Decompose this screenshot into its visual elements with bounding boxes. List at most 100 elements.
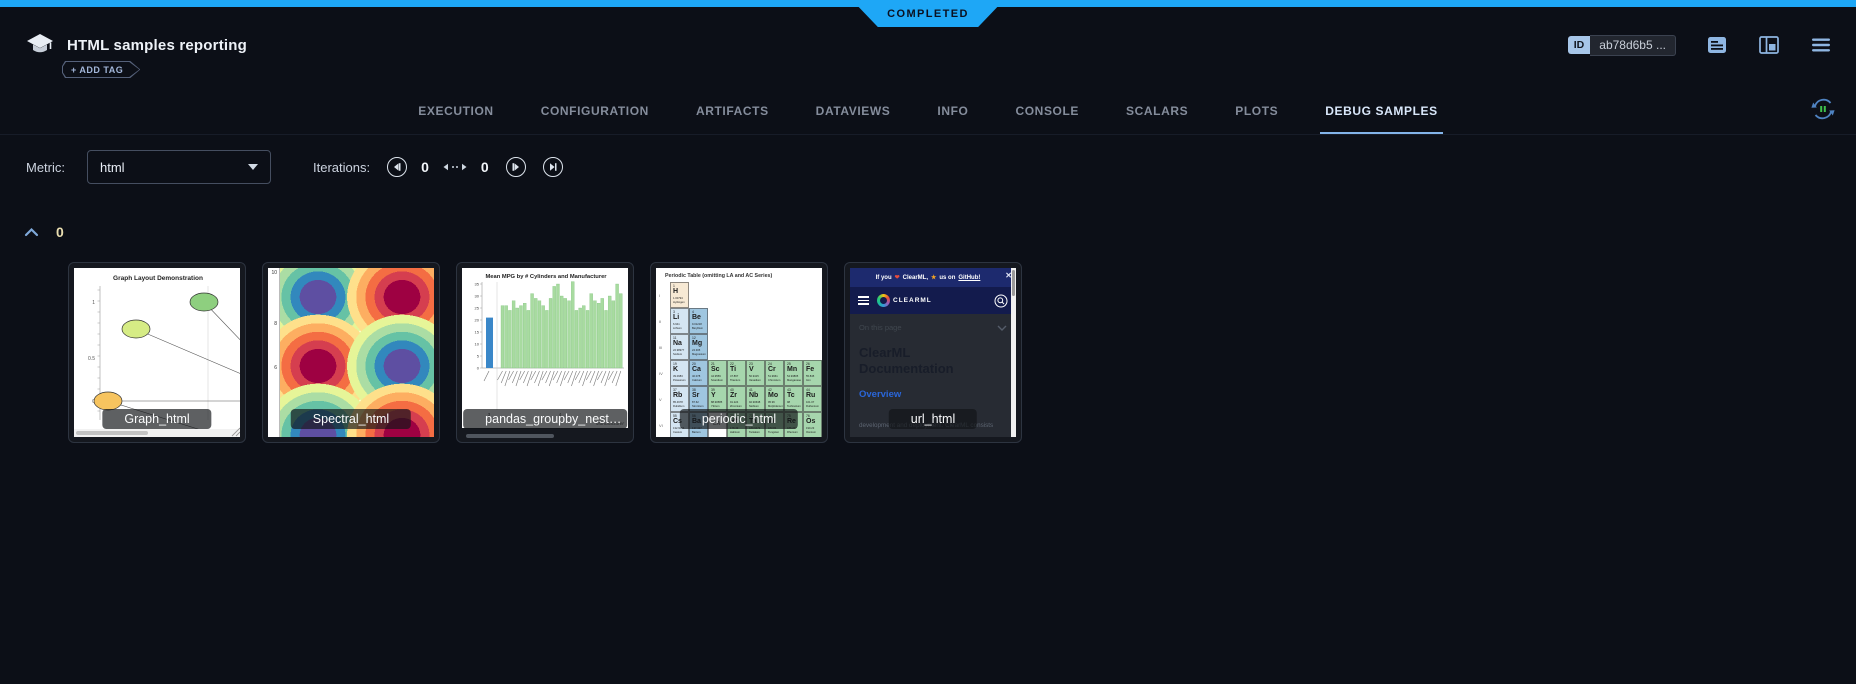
iteration-group-label: 0 (56, 224, 64, 240)
row-label: IV (659, 371, 663, 376)
element-cell-Sc: 21Sc44.9559Scandium (708, 360, 727, 386)
star-icon: ★ (931, 274, 936, 281)
element-cell-Be: 4Be9.01218Beryllium (689, 308, 708, 334)
clearml-logo-swirl (877, 294, 890, 307)
svg-text:30: 30 (475, 294, 480, 299)
element-cell-Os: 76Os190.23Osmium (803, 412, 822, 437)
hamburger-menu-icon[interactable] (858, 296, 869, 305)
element-cell-V: 23V50.9415Vanadium (746, 360, 765, 386)
y-tick-label: 10 (271, 270, 277, 276)
element-cell-Cr: 24Cr51.9961Chromium (765, 360, 784, 386)
sample-label: url_html (889, 409, 977, 429)
iterations-label: Iterations: (313, 160, 370, 175)
pandas-thumbnail: Mean MPG by # Cylinders and Manufacturer… (462, 268, 628, 428)
previous-iteration-button[interactable] (387, 157, 407, 177)
element-cell-Fe: 26Fe55.845Iron (803, 360, 822, 386)
console-log-icon[interactable] (1706, 35, 1728, 55)
iteration-to: 0 (481, 159, 489, 175)
id-value: ab78d6b5 ... (1590, 35, 1676, 56)
y-tick-label: 6 (274, 365, 277, 371)
auto-refresh-icon[interactable] (1810, 96, 1836, 122)
sample-label: pandas_groupby_nest… (463, 409, 627, 429)
iteration-from: 0 (421, 159, 429, 175)
debug-sample-cards: Graph Layout Demonstration10.50 Graph_ht… (68, 262, 1022, 443)
row-label: II (659, 319, 661, 324)
svg-text:Mean MPG by # Cylinders and Ma: Mean MPG by # Cylinders and Manufacturer (485, 274, 607, 280)
element-cell-Mg: 12Mg24.305Magnesium (689, 334, 708, 360)
svg-text:15: 15 (475, 330, 480, 335)
status-badge: COMPLETED (852, 0, 1004, 27)
tab-info[interactable]: INFO (937, 88, 968, 134)
tab-artifacts[interactable]: ARTIFACTS (696, 88, 769, 134)
on-this-page-dropdown[interactable]: On this page (859, 323, 1007, 332)
element-cell-H: 1H1.00794Hydrogen (670, 282, 689, 308)
add-tag-button[interactable]: + ADD TAG (62, 61, 140, 78)
svg-text:0.5: 0.5 (88, 356, 95, 362)
metric-label: Metric: (26, 160, 65, 175)
overview-link[interactable]: Overview (859, 389, 1007, 400)
next-iteration-button[interactable] (506, 157, 526, 177)
svg-text:10: 10 (475, 342, 480, 347)
sample-card-graph[interactable]: Graph Layout Demonstration10.50 Graph_ht… (68, 262, 246, 443)
y-tick-label: 8 (274, 321, 277, 327)
search-icon[interactable] (994, 294, 1008, 308)
layout-panel-icon[interactable] (1758, 35, 1780, 55)
tab-plots[interactable]: PLOTS (1235, 88, 1278, 134)
tab-configuration[interactable]: CONFIGURATION (541, 88, 649, 134)
id-label: ID (1568, 36, 1591, 54)
element-cell-Ti: 22Ti47.867Titanium (727, 360, 746, 386)
page-title: HTML samples reporting (67, 37, 247, 54)
docs-header: CLEARML (850, 287, 1016, 314)
sample-label: Spectral_html (291, 409, 411, 429)
chevron-down-icon (997, 325, 1007, 331)
tab-scalars[interactable]: SCALARS (1126, 88, 1188, 134)
debug-samples-controls: Metric: html Iterations: 0 0 (26, 149, 563, 185)
github-banner: If you ❤ ClearML, ★ us on GitHub! ✕ (850, 268, 1016, 287)
sample-label: Graph_html (102, 409, 211, 429)
element-cell-Mn: 25Mn54.93805Manganese (784, 360, 803, 386)
docs-heading: ClearML Documentation (859, 345, 969, 376)
sample-card-pandas[interactable]: Mean MPG by # Cylinders and Manufacturer… (456, 262, 634, 443)
row-label: I (659, 293, 660, 298)
row-label: V (659, 397, 662, 402)
menu-icon[interactable] (1810, 35, 1832, 55)
row-label: VI (659, 423, 663, 428)
experiment-cap-icon (26, 33, 54, 57)
periodic-title: Periodic Table (omitting LA and AC Serie… (665, 273, 772, 279)
sample-card-url[interactable]: If you ❤ ClearML, ★ us on GitHub! ✕ CLEA… (844, 262, 1022, 443)
element-cell-Ca: 20Ca40.078Calcium (689, 360, 708, 386)
tab-debug-samples[interactable]: DEBUG SAMPLES (1325, 88, 1437, 134)
element-cell-Li: 3Li6.941Lithium (670, 308, 689, 334)
heart-icon: ❤ (895, 274, 900, 281)
horizontal-scrollbar[interactable] (466, 434, 554, 438)
experiment-header: HTML samples reporting ID ab78d6b5 ... (26, 28, 1832, 62)
sample-label: periodic_html (680, 409, 798, 429)
svg-text:25: 25 (475, 306, 480, 311)
metric-select-value: html (100, 160, 125, 175)
tab-console[interactable]: CONSOLE (1015, 88, 1079, 134)
github-link[interactable]: GitHub! (958, 275, 980, 281)
iteration-group-header[interactable]: 0 (24, 224, 64, 240)
sample-card-periodic[interactable]: Periodic Table (omitting LA and AC Serie… (650, 262, 828, 443)
y-axis: 10 8 6 (268, 268, 280, 437)
row-label: III (659, 345, 662, 350)
tab-dataviews[interactable]: DATAVIEWS (816, 88, 891, 134)
tab-bar: EXECUTION CONFIGURATION ARTIFACTS DATAVIEWS… (0, 88, 1856, 135)
experiment-id-chip[interactable]: ID ab78d6b5 ... (1568, 36, 1676, 55)
svg-text:Graph Layout Demonstration: Graph Layout Demonstration (113, 275, 203, 282)
clearml-logo: CLEARML (877, 294, 932, 307)
svg-text:20: 20 (475, 318, 480, 323)
last-iteration-button[interactable] (543, 157, 563, 177)
add-tag-label: + ADD TAG (71, 65, 123, 75)
iteration-range-icon (443, 162, 467, 172)
chevron-up-icon (24, 227, 39, 237)
element-cell-K: 19K39.0983Potassium (670, 360, 689, 386)
sample-card-spectral[interactable]: 10 8 6 Spectral_html (262, 262, 440, 443)
metric-select[interactable]: html (87, 150, 271, 184)
tab-execution[interactable]: EXECUTION (418, 88, 493, 134)
element-cell-Na: 11Na22.98977Sodium (670, 334, 689, 360)
vertical-scrollbar[interactable] (1011, 268, 1016, 437)
svg-text:1: 1 (92, 300, 95, 306)
chevron-down-icon (248, 164, 258, 170)
svg-text:35: 35 (475, 282, 480, 287)
